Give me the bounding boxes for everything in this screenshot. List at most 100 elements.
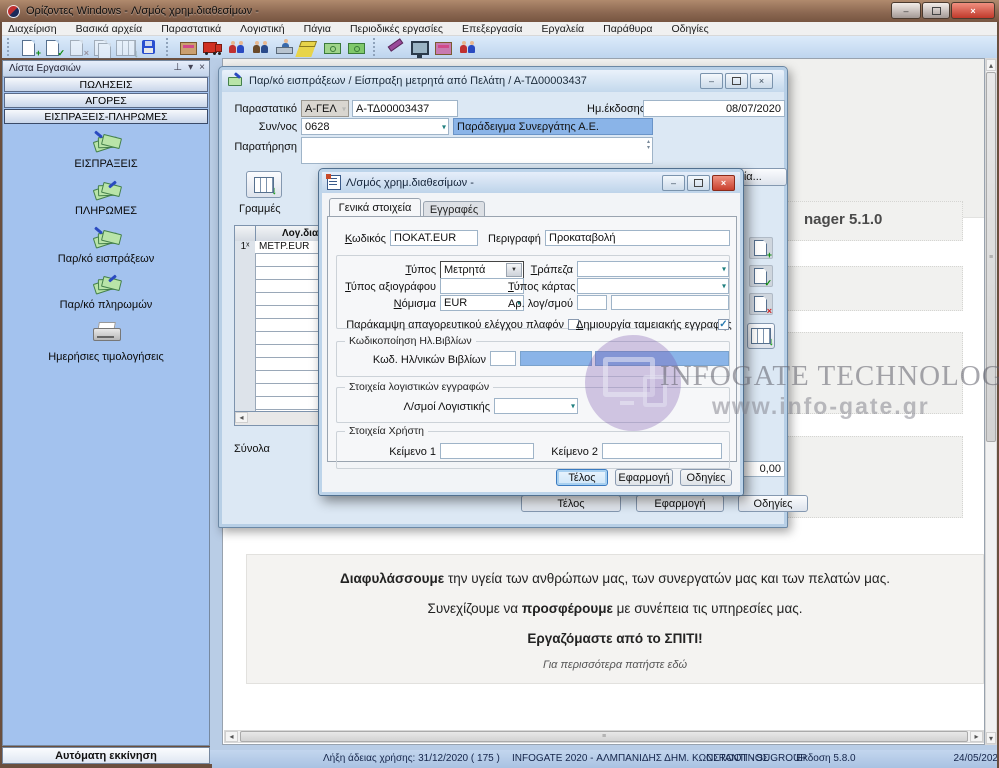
- tab-entries[interactable]: Εγγραφές: [423, 201, 485, 217]
- sidebar-item-daily-invoicing[interactable]: Ημερήσιες τιμολογήσεις: [3, 351, 209, 363]
- delete-document-icon[interactable]: ×: [67, 39, 89, 57]
- note-textarea[interactable]: ▴ ▾: [301, 137, 653, 164]
- menu-item-accounting[interactable]: Λογιστική: [240, 23, 285, 35]
- payments-icon[interactable]: [433, 39, 455, 56]
- teller-icon[interactable]: [274, 38, 296, 56]
- design-icon[interactable]: [385, 37, 407, 56]
- menu-item-tools[interactable]: Εργαλεία: [541, 23, 584, 35]
- cash-icon[interactable]: [178, 39, 200, 56]
- account-number-input-2[interactable]: [611, 295, 729, 310]
- menu-item-master-files[interactable]: Βασικά αρχεία: [76, 23, 143, 35]
- ebooks-code-input[interactable]: [490, 351, 516, 366]
- announcement-link[interactable]: Για περισσότερα πατήστε εδώ: [247, 659, 983, 671]
- dialog-apply-button[interactable]: Εφαρμογή: [615, 469, 673, 486]
- partner-code-combo[interactable]: 0628 ▾: [301, 118, 449, 135]
- apply-button[interactable]: Εφαρμογή: [636, 495, 724, 512]
- hscroll-thumb[interactable]: ≡: [240, 731, 968, 742]
- menu-item-periodic-tasks[interactable]: Περιοδικές εργασίες: [350, 23, 443, 35]
- ebooks-field-2[interactable]: [595, 351, 729, 366]
- copy-icon[interactable]: [91, 39, 113, 59]
- text2-input[interactable]: [602, 443, 722, 459]
- lines-grid-button[interactable]: [246, 171, 282, 198]
- menu-item-edit[interactable]: Επεξεργασία: [462, 23, 523, 35]
- save-icon[interactable]: [139, 39, 161, 56]
- new-document-icon[interactable]: +: [19, 39, 41, 57]
- close-button[interactable]: ×: [951, 2, 995, 19]
- vertical-scrollbar[interactable]: ▴ ▾ ≡: [985, 58, 997, 745]
- people-icon[interactable]: [457, 39, 479, 56]
- chevron-down-icon[interactable]: ▾: [188, 62, 193, 73]
- bank-combo[interactable]: ▾: [577, 261, 729, 277]
- scroll-left-icon[interactable]: ◂: [235, 412, 248, 423]
- money-receipts-doc-icon[interactable]: [92, 226, 123, 249]
- menu-item-documents[interactable]: Παραστατικά: [161, 23, 221, 35]
- finish-button[interactable]: Τέλος: [521, 495, 621, 512]
- menu-item-assets[interactable]: Πάγια: [304, 23, 331, 35]
- sidebar-section-sales[interactable]: ΠΩΛΗΣΕΙΣ: [4, 77, 208, 92]
- restore-button[interactable]: [687, 175, 710, 191]
- scroll-up-icon[interactable]: ▴: [986, 59, 996, 71]
- doc-series-combo[interactable]: Α-ΓΕΛ ▾: [301, 100, 349, 117]
- close-button[interactable]: ×: [712, 175, 735, 191]
- menu-item-help[interactable]: Οδηγίες: [671, 23, 708, 35]
- spin-down-icon[interactable]: ▾: [647, 145, 650, 151]
- sidebar-item-receipts[interactable]: ΕΙΣΠΡΑΞΕΙΣ: [3, 158, 209, 170]
- tab-general[interactable]: Γενικά στοιχεία: [329, 198, 421, 216]
- scroll-down-icon[interactable]: ▾: [986, 732, 996, 744]
- truck-icon[interactable]: [202, 39, 224, 56]
- sidebar-item-receipts-journal[interactable]: Παρ/κό εισπράξεων: [3, 253, 209, 265]
- money-payments-doc-icon[interactable]: [92, 274, 123, 295]
- accounting-accounts-combo[interactable]: ▾: [494, 398, 578, 414]
- printer-icon[interactable]: [93, 322, 121, 341]
- close-icon[interactable]: ×: [199, 62, 205, 73]
- table-icon[interactable]: [115, 39, 139, 60]
- maximize-button[interactable]: [725, 73, 748, 89]
- money-receipts-icon[interactable]: [92, 130, 123, 153]
- text1-input[interactable]: [440, 443, 534, 459]
- edit-document-icon[interactable]: ✓: [43, 39, 65, 57]
- restore-button[interactable]: [922, 2, 950, 19]
- pin-icon[interactable]: ⊥: [173, 62, 182, 73]
- spinner-icons[interactable]: ▴ ▾: [647, 139, 650, 151]
- money-transfer-icon[interactable]: [322, 39, 344, 56]
- scroll-left-icon[interactable]: ◂: [225, 731, 238, 742]
- add-line-icon[interactable]: +: [749, 237, 773, 260]
- help-button[interactable]: Οδηγίες: [738, 495, 808, 512]
- horizontal-scrollbar[interactable]: ◂ ▸ ≡: [224, 730, 984, 743]
- doc-number-input[interactable]: Α-ΤΔ00003437: [352, 100, 458, 117]
- confirm-line-icon[interactable]: ✓: [749, 265, 773, 288]
- card-type-combo[interactable]: ▾: [577, 278, 729, 294]
- scroll-right-icon[interactable]: ▸: [970, 731, 983, 742]
- description-input[interactable]: Προκαταβολή: [545, 230, 730, 246]
- money-payments-icon[interactable]: [92, 180, 123, 201]
- cash-entry-checkbox[interactable]: ✓: [718, 319, 729, 330]
- cash-flow-icon[interactable]: [346, 39, 368, 56]
- code-input[interactable]: ΠΟΚΑΤ.EUR: [390, 230, 478, 246]
- partners-icon[interactable]: [250, 39, 272, 56]
- sidebar-item-payments-journal[interactable]: Παρ/κό πληρωμών: [3, 299, 209, 311]
- sidebar-item-payments[interactable]: ΠΛΗΡΩΜΕΣ: [3, 205, 209, 217]
- partner-name-field[interactable]: Παράδειγμα Συνεργάτης Α.Ε.: [453, 118, 653, 135]
- batch-stack-icon[interactable]: [298, 39, 320, 56]
- customers-icon[interactable]: [226, 39, 248, 56]
- description-value: Προκαταβολή: [549, 232, 616, 244]
- ebooks-field-1[interactable]: [520, 351, 592, 366]
- minimize-button[interactable]: –: [700, 73, 723, 89]
- close-button[interactable]: ×: [750, 73, 773, 89]
- type-value: Μετρητά: [444, 264, 486, 276]
- delete-line-icon[interactable]: ×: [749, 293, 773, 316]
- account-number-input-1[interactable]: [577, 295, 607, 310]
- dialog-help-button[interactable]: Οδηγίες: [680, 469, 732, 486]
- menu-item-management[interactable]: Διαχείριση: [8, 23, 57, 35]
- sidebar-section-purchases[interactable]: ΑΓΟΡΕΣ: [4, 93, 208, 108]
- issue-date-input[interactable]: 08/07/2020: [643, 100, 785, 117]
- minimize-button[interactable]: –: [891, 2, 921, 19]
- dialog-finish-button[interactable]: Τέλος: [556, 469, 608, 486]
- sidebar-section-receipts-payments[interactable]: ΕΙΣΠΡΑΞΕΙΣ-ΠΛΗΡΩΜΕΣ: [4, 109, 208, 124]
- monitor-icon[interactable]: [409, 39, 431, 58]
- vscroll-thumb[interactable]: ≡: [986, 72, 996, 442]
- menu-item-windows[interactable]: Παράθυρα: [603, 23, 652, 35]
- grid-detail-button[interactable]: [747, 323, 775, 349]
- auto-start-button[interactable]: Αυτόματη εκκίνηση: [2, 747, 210, 764]
- minimize-button[interactable]: –: [662, 175, 685, 191]
